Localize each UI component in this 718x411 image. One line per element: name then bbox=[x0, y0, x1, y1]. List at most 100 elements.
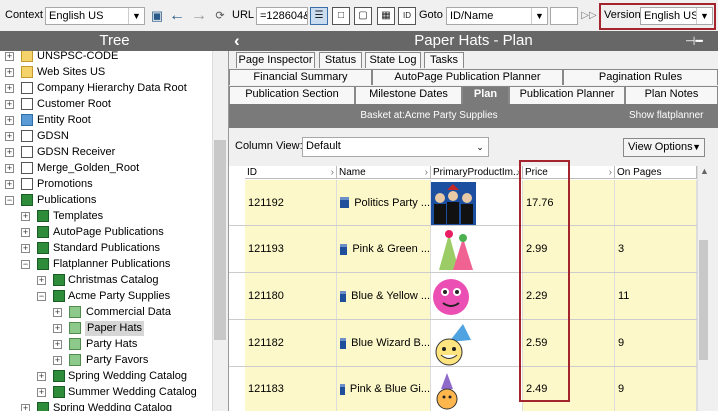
expand-icon[interactable]: + bbox=[5, 180, 14, 189]
expand-icon[interactable]: + bbox=[37, 372, 46, 381]
publication-icon bbox=[53, 386, 65, 398]
expand-icon[interactable]: + bbox=[53, 308, 62, 317]
forward-arrow-icon[interactable]: → bbox=[190, 7, 208, 25]
expand-icon[interactable]: + bbox=[21, 228, 30, 237]
collapse-icon[interactable]: − bbox=[21, 260, 30, 269]
tab-plan-notes[interactable]: Plan Notes bbox=[625, 86, 718, 104]
goto-type-select[interactable]: ID/Name ▼ bbox=[446, 7, 548, 25]
expand-icon[interactable]: + bbox=[37, 276, 46, 285]
column-header-name[interactable]: Name › bbox=[337, 166, 431, 179]
expand-icon[interactable]: + bbox=[5, 68, 14, 77]
folder-icon bbox=[21, 114, 33, 126]
cell-image bbox=[431, 180, 523, 225]
tree-item-label: Templates bbox=[53, 210, 104, 222]
tab-milestone-dates[interactable]: Milestone Dates bbox=[355, 86, 462, 104]
goto-id-icon[interactable]: ID bbox=[398, 7, 416, 25]
context-select[interactable]: English US ▼ bbox=[45, 7, 145, 25]
expand-icon[interactable]: + bbox=[5, 84, 14, 93]
collapse-icon[interactable]: − bbox=[37, 292, 46, 301]
tree-item[interactable]: + Merge_Golden_Root bbox=[0, 161, 212, 176]
tab-plan[interactable]: Plan bbox=[462, 86, 509, 104]
tree-item[interactable]: + Standard Publications bbox=[0, 241, 212, 256]
goto-next-icon[interactable]: ▷▷ bbox=[580, 7, 598, 25]
tree-item[interactable]: + Party Favors bbox=[0, 353, 212, 368]
expand-icon[interactable]: + bbox=[5, 52, 14, 61]
tree-item[interactable]: + Entity Root bbox=[0, 113, 212, 128]
tree-item[interactable]: + GDSN Receiver bbox=[0, 145, 212, 160]
table-row[interactable]: 121180 Blue & Yellow ... 2.29 11 bbox=[229, 273, 709, 320]
cell-name-text: Blue Wizard B... bbox=[351, 337, 430, 349]
url-input[interactable]: =128604& bbox=[256, 7, 308, 25]
tree-item[interactable]: + Templates bbox=[0, 209, 212, 224]
tree-item[interactable]: + UNSPSC-CODE bbox=[0, 51, 212, 64]
tab-tasks[interactable]: Tasks bbox=[424, 52, 464, 68]
reload-icon[interactable]: ⟳ bbox=[211, 7, 229, 25]
expand-icon[interactable]: + bbox=[5, 148, 14, 157]
view-options-button[interactable]: View Options ▼ bbox=[623, 138, 705, 157]
screen-icon[interactable]: ▢ bbox=[354, 7, 372, 25]
tree-item[interactable]: + Spring Wedding Catalog bbox=[0, 369, 212, 384]
show-flatplanner-link[interactable]: Show flatplanner bbox=[629, 104, 704, 128]
tree-item-label: Commercial Data bbox=[86, 306, 171, 318]
tree-item[interactable]: − Flatplanner Publications bbox=[0, 257, 212, 272]
tab-pagination-rules[interactable]: Pagination Rules bbox=[563, 69, 718, 85]
cell-image bbox=[431, 273, 523, 319]
back-arrow-icon[interactable]: ← bbox=[168, 7, 186, 25]
expand-icon[interactable]: + bbox=[37, 388, 46, 397]
scroll-up-icon[interactable]: ▲ bbox=[700, 166, 709, 176]
tab-financial-summary[interactable]: Financial Summary bbox=[229, 69, 372, 85]
tree-item-label: Promotions bbox=[37, 178, 93, 190]
column-header-primary-product-image[interactable]: PrimaryProductIm... › bbox=[431, 166, 523, 179]
tree-item[interactable]: + Web Sites US bbox=[0, 65, 212, 80]
table-row[interactable]: 121182 Blue Wizard B... 2.59 9 bbox=[229, 320, 709, 367]
tree-item-selected[interactable]: + Paper Hats bbox=[0, 321, 212, 336]
expand-icon[interactable]: + bbox=[5, 116, 14, 125]
expand-icon[interactable]: + bbox=[21, 404, 30, 411]
expand-icon[interactable]: + bbox=[53, 324, 62, 333]
expand-icon[interactable]: + bbox=[5, 164, 14, 173]
table-row[interactable]: 121193 Pink & Green ... 2.99 3 bbox=[229, 226, 709, 273]
tree-item[interactable]: + Commercial Data bbox=[0, 305, 212, 320]
context-label: Context bbox=[5, 9, 43, 21]
tree-scrollbar-thumb[interactable] bbox=[214, 140, 226, 340]
tab-publication-planner[interactable]: Publication Planner bbox=[509, 86, 625, 104]
goto-input[interactable] bbox=[550, 7, 578, 25]
tree-item[interactable]: + Customer Root bbox=[0, 97, 212, 112]
panel-title: Paper Hats - Plan bbox=[414, 32, 533, 49]
expand-icon[interactable]: + bbox=[53, 356, 62, 365]
expand-icon[interactable]: + bbox=[53, 340, 62, 349]
cell-name-text: Blue & Yellow ... bbox=[351, 290, 430, 302]
column-header-id[interactable]: ID › bbox=[245, 166, 337, 179]
monitor-check-icon[interactable]: ▣ bbox=[148, 7, 166, 25]
tree-item[interactable]: + Summer Wedding Catalog bbox=[0, 385, 212, 400]
grid-scrollbar-thumb[interactable] bbox=[699, 240, 708, 360]
tree-item[interactable]: + Company Hierarchy Data Root bbox=[0, 81, 212, 96]
tree-item[interactable]: − Acme Party Supplies bbox=[0, 289, 212, 304]
table-row[interactable]: 121192 Politics Party ... 17.76 bbox=[229, 180, 709, 226]
table-row[interactable]: 121183 Pink & Blue Gi... 2.49 9 bbox=[229, 367, 709, 411]
tree-item[interactable]: + GDSN bbox=[0, 129, 212, 144]
tab-publication-section[interactable]: Publication Section bbox=[229, 86, 355, 104]
tab-page-inspector[interactable]: Page Inspector bbox=[236, 52, 315, 68]
tab-state-log[interactable]: State Log bbox=[365, 52, 421, 68]
product-icon bbox=[340, 337, 347, 349]
pin-icon[interactable]: ⊣━ bbox=[685, 31, 703, 51]
tab-autopage-publication-planner[interactable]: AutoPage Publication Planner bbox=[372, 69, 563, 85]
tree-item[interactable]: + Spring Wedding Catalog bbox=[0, 401, 212, 411]
tree-item[interactable]: + Promotions bbox=[0, 177, 212, 192]
column-header-on-pages[interactable]: On Pages bbox=[615, 166, 697, 179]
expand-icon[interactable]: + bbox=[5, 132, 14, 141]
expand-icon[interactable]: + bbox=[21, 212, 30, 221]
collapse-icon[interactable]: − bbox=[5, 196, 14, 205]
window-icon[interactable]: □ bbox=[332, 7, 350, 25]
tab-status[interactable]: Status bbox=[319, 52, 362, 68]
column-view-select[interactable]: Default ⌄ bbox=[302, 137, 489, 157]
tree-item[interactable]: − Publications bbox=[0, 193, 212, 208]
tree-item[interactable]: + AutoPage Publications bbox=[0, 225, 212, 240]
list-view-icon[interactable]: ☰ bbox=[310, 7, 328, 25]
table-icon[interactable]: ▦ bbox=[377, 7, 395, 25]
tree-item[interactable]: + Christmas Catalog bbox=[0, 273, 212, 288]
expand-icon[interactable]: + bbox=[21, 244, 30, 253]
expand-icon[interactable]: + bbox=[5, 100, 14, 109]
tree-item[interactable]: + Party Hats bbox=[0, 337, 212, 352]
